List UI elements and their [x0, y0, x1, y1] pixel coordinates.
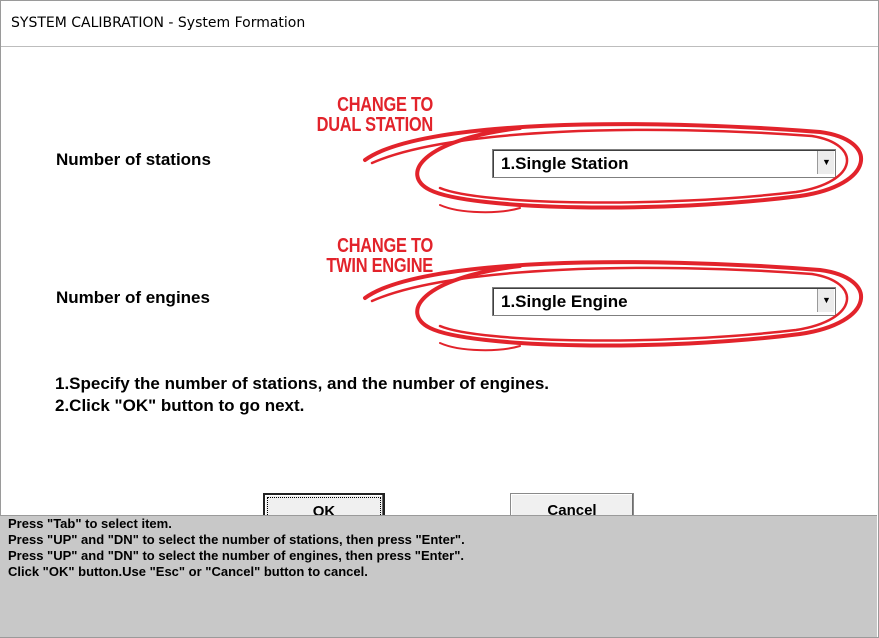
engines-dropdown-button[interactable]: ▼	[817, 289, 834, 312]
stations-dropdown-button[interactable]: ▼	[817, 151, 834, 174]
engines-annotation-line-1: CHANGE TO	[337, 235, 433, 257]
engines-selected-value: 1.Single Engine	[501, 292, 628, 311]
window-title: SYSTEM CALIBRATION - System Formation	[11, 15, 306, 31]
stations-annotation-line-2: DUAL STATION	[316, 114, 434, 136]
stations-annotation: CHANGE TO DUAL STATION	[287, 94, 434, 136]
instruction-line-1: 1.Specify the number of stations, and th…	[55, 374, 550, 393]
status-panel: Press "Tab" to select item. Press "UP" a…	[0, 515, 877, 637]
instruction-line-2: 2.Click "OK" button to go next.	[55, 396, 305, 415]
status-line-1: Press "Tab" to select item.	[8, 516, 172, 531]
status-line-3: Press "UP" and "DN" to select the number…	[8, 548, 464, 563]
stations-annotation-line-1: CHANGE TO	[337, 94, 433, 116]
engines-select[interactable]: 1.Single Engine ▼	[492, 287, 836, 316]
engines-annotation: CHANGE TO TWIN ENGINE	[287, 236, 433, 276]
engines-annotation-line-2: TWIN ENGINE	[326, 255, 433, 277]
status-line-2: Press "UP" and "DN" to select the number…	[8, 532, 465, 547]
engines-label: Number of engines	[56, 288, 210, 307]
status-line-4: Click "OK" button.Use "Esc" or "Cancel" …	[8, 564, 368, 579]
stations-select[interactable]: 1.Single Station ▼	[492, 149, 836, 178]
stations-selected-value: 1.Single Station	[501, 154, 629, 173]
stations-label: Number of stations	[56, 150, 211, 169]
chevron-down-icon: ▼	[822, 295, 831, 305]
title-bar: SYSTEM CALIBRATION - System Formation	[1, 1, 878, 47]
chevron-down-icon: ▼	[822, 157, 831, 167]
